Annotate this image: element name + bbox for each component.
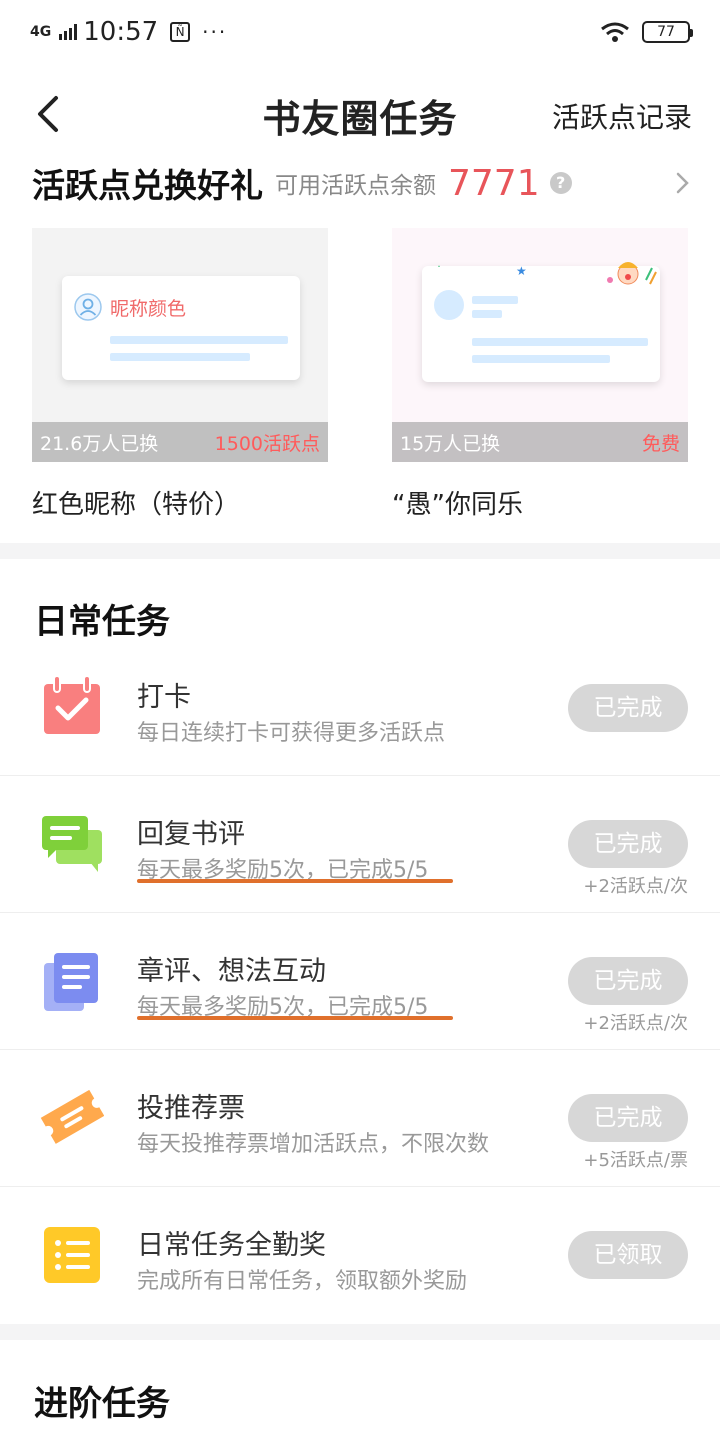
user-avatar-icon: [74, 293, 102, 321]
battery-level: 77: [657, 24, 675, 40]
signal-icon: [59, 24, 78, 40]
nfc-icon: Ñ: [170, 22, 191, 42]
task-description: 每天投推荐票增加活跃点，不限次数: [137, 1132, 490, 1157]
task-reward: +5活跃点/票: [583, 1150, 688, 1171]
battery-icon: 77: [642, 21, 693, 43]
avatar-frame-preview-card: ★ ˙: [422, 262, 660, 382]
gift-item-april-fools[interactable]: ★ ˙ 15万人已换 免费 “愚”你同乐: [392, 228, 688, 521]
placeholder-line: [472, 355, 610, 363]
nav-bar: 书友圈任务 活跃点记录: [0, 74, 720, 154]
nickname-color-label: 昵称颜色: [110, 298, 187, 320]
chevron-right-icon[interactable]: [674, 168, 692, 198]
task-status-button[interactable]: 已完成: [568, 684, 688, 732]
task-full-attendance: 日常任务全勤奖 完成所有日常任务，领取额外奖励 已领取: [0, 1187, 720, 1324]
task-status-button[interactable]: 已完成: [568, 1094, 688, 1142]
task-check-in: 打卡 每日连续打卡可获得更多活跃点 已完成: [0, 639, 720, 776]
task-description: 每日连续打卡可获得更多活跃点: [137, 721, 446, 746]
section-divider: [0, 1324, 720, 1340]
gift-card: ★ ˙ 15万人已换 免费: [392, 228, 688, 462]
task-chapter-comments: 章评、想法互动 每天最多奖励5次，已完成5/5 已完成 +2活跃点/次: [0, 913, 720, 1050]
task-status-button[interactable]: 已领取: [568, 1231, 688, 1279]
calendar-check-icon: [44, 675, 100, 734]
help-icon[interactable]: ?: [549, 172, 572, 194]
gift-card: 昵称颜色 21.6万人已换 1500活跃点: [32, 228, 328, 462]
exchanged-count: 15万人已换: [400, 432, 501, 455]
gift-name: 红色昵称（特价）: [32, 490, 241, 520]
task-name: 回复书评: [137, 819, 245, 850]
task-name: 日常任务全勤奖: [137, 1230, 326, 1261]
chat-bubbles-icon: [42, 816, 102, 872]
confetti-icon: ˙: [436, 264, 442, 278]
exchange-title: 活跃点兑换好礼: [32, 166, 263, 205]
network-type: 4G: [30, 24, 52, 40]
section-divider: [0, 543, 720, 559]
avatar-placeholder: [434, 290, 464, 320]
more-notifications-icon: ···: [202, 20, 228, 44]
list-icon: [44, 1227, 100, 1283]
exchanged-count: 21.6万人已换: [40, 432, 159, 455]
gift-info-bar: 21.6万人已换 1500活跃点: [32, 422, 328, 462]
clown-icon: [607, 262, 657, 285]
task-reward: +2活跃点/次: [583, 876, 688, 897]
task-recommend-ticket: 投推荐票 每天投推荐票增加活跃点，不限次数 已完成 +5活跃点/票: [0, 1050, 720, 1187]
task-name: 打卡: [137, 682, 191, 713]
gift-cost: 免费: [641, 432, 680, 455]
ticket-icon: [40, 1089, 104, 1144]
activity-record-link[interactable]: 活跃点记录: [552, 96, 692, 136]
highlight-underline: [137, 879, 453, 883]
balance-value: 7771: [448, 162, 540, 204]
task-reply-reviews: 回复书评 每天最多奖励5次，已完成5/5 已完成 +2活跃点/次: [0, 776, 720, 913]
highlight-underline: [137, 1016, 453, 1020]
placeholder-line: [472, 338, 648, 346]
wifi-icon: [601, 22, 629, 42]
nickname-preview-card: 昵称颜色: [62, 276, 300, 380]
daily-tasks-title: 日常任务: [34, 602, 170, 642]
documents-icon: [44, 953, 98, 1011]
gift-name: “愚”你同乐: [392, 490, 523, 520]
task-name: 投推荐票: [137, 1093, 245, 1124]
placeholder-line: [472, 310, 502, 318]
placeholder-line: [110, 353, 250, 361]
task-reward: +2活跃点/次: [583, 1013, 688, 1034]
task-status-button[interactable]: 已完成: [568, 957, 688, 1005]
status-bar: 4G 10:57 Ñ ··· 77: [0, 0, 720, 64]
advanced-tasks-title: 进阶任务: [34, 1384, 170, 1424]
clock: 10:57: [83, 17, 159, 47]
star-icon: ★: [516, 264, 527, 278]
placeholder-line: [110, 336, 288, 344]
task-description: 完成所有日常任务，领取额外奖励: [137, 1269, 468, 1294]
task-name: 章评、想法互动: [137, 956, 326, 987]
task-status-button[interactable]: 已完成: [568, 820, 688, 868]
balance-label: 可用活跃点余额: [275, 173, 436, 199]
exchange-header[interactable]: 活跃点兑换好礼 可用活跃点余额 7771 ?: [32, 158, 692, 208]
gift-info-bar: 15万人已换 免费: [392, 422, 688, 462]
gift-cost: 1500活跃点: [214, 432, 320, 455]
gift-item-red-nickname[interactable]: 昵称颜色 21.6万人已换 1500活跃点 红色昵称（特价）: [32, 228, 328, 521]
placeholder-line: [472, 296, 518, 304]
